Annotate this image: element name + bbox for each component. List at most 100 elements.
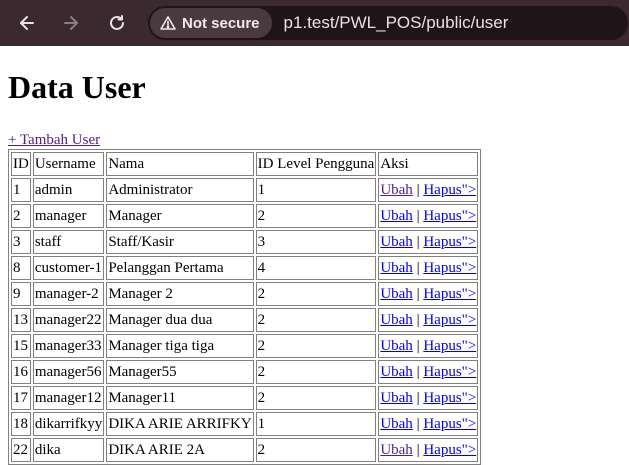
edit-link[interactable]: Ubah xyxy=(380,182,413,198)
edit-link[interactable]: Ubah xyxy=(380,416,413,432)
security-label: Not secure xyxy=(182,14,260,32)
cell-level: 2 xyxy=(255,438,377,462)
cell-level: 2 xyxy=(255,204,377,228)
cell-aksi: Ubah | Hapus"> xyxy=(378,386,479,410)
cell-username: manager xyxy=(32,204,105,228)
address-bar[interactable]: Not secure p1.test/PWL_POS/public/user xyxy=(148,6,628,40)
arrow-left-icon xyxy=(20,16,34,30)
column-header-level: ID Level Pengguna xyxy=(255,152,377,176)
cell-nama: Administrator xyxy=(106,178,254,202)
action-separator: | xyxy=(416,285,420,302)
cell-id: 22 xyxy=(11,438,31,462)
cell-username: customer-1 xyxy=(32,256,105,280)
action-separator: | xyxy=(416,207,420,224)
table-row: 17 manager12 Manager11 2 Ubah | Hapus"> xyxy=(11,386,479,410)
delete-link[interactable]: Hapus"> xyxy=(423,442,476,458)
delete-link[interactable]: Hapus"> xyxy=(423,208,476,224)
security-indicator[interactable]: Not secure xyxy=(150,8,272,38)
edit-link[interactable]: Ubah xyxy=(380,260,413,276)
column-header-username: Username xyxy=(32,152,105,176)
browser-toolbar: Not secure p1.test/PWL_POS/public/user xyxy=(0,0,629,46)
cell-username: manager33 xyxy=(32,334,105,358)
reload-button[interactable] xyxy=(100,6,134,40)
delete-link[interactable]: Hapus"> xyxy=(423,338,476,354)
edit-link[interactable]: Ubah xyxy=(380,208,413,224)
cell-id: 3 xyxy=(11,230,31,254)
cell-id: 18 xyxy=(11,412,31,436)
action-separator: | xyxy=(416,363,420,380)
cell-id: 17 xyxy=(11,386,31,410)
delete-link[interactable]: Hapus"> xyxy=(423,260,476,276)
action-separator: | xyxy=(416,259,420,276)
cell-nama: Manager11 xyxy=(106,386,254,410)
delete-link[interactable]: Hapus"> xyxy=(423,364,476,380)
column-header-aksi: Aksi xyxy=(378,152,479,176)
cell-nama: Pelanggan Pertama xyxy=(106,256,254,280)
delete-link[interactable]: Hapus"> xyxy=(423,312,476,328)
cell-nama: Manager55 xyxy=(106,360,254,384)
cell-username: dikarrifkyy xyxy=(32,412,105,436)
action-separator: | xyxy=(416,441,420,458)
edit-link[interactable]: Ubah xyxy=(380,312,413,328)
table-row: 22 dika DIKA ARIE 2A 2 Ubah | Hapus"> xyxy=(11,438,479,462)
cell-nama: Manager tiga tiga xyxy=(106,334,254,358)
table-row: 3 staff Staff/Kasir 3 Ubah | Hapus"> xyxy=(11,230,479,254)
forward-button[interactable] xyxy=(54,6,88,40)
cell-level: 1 xyxy=(255,412,377,436)
action-separator: | xyxy=(416,389,420,406)
delete-link[interactable]: Hapus"> xyxy=(423,286,476,302)
table-row: 9 manager-2 Manager 2 2 Ubah | Hapus"> xyxy=(11,282,479,306)
cell-level: 2 xyxy=(255,334,377,358)
edit-link[interactable]: Ubah xyxy=(380,442,413,458)
action-separator: | xyxy=(416,233,420,250)
cell-id: 13 xyxy=(11,308,31,332)
table-body: 1 admin Administrator 1 Ubah | Hapus"> 2 manag… xyxy=(11,178,479,462)
cell-aksi: Ubah | Hapus"> xyxy=(378,178,479,202)
delete-link[interactable]: Hapus"> xyxy=(423,390,476,406)
user-table: ID Username Nama ID Level Pengguna Aksi … xyxy=(8,149,482,465)
action-separator: | xyxy=(416,311,420,328)
table-row: 2 manager Manager 2 Ubah | Hapus"> xyxy=(11,204,479,228)
back-button[interactable] xyxy=(10,6,44,40)
cell-level: 3 xyxy=(255,230,377,254)
cell-username: manager-2 xyxy=(32,282,105,306)
cell-level: 1 xyxy=(255,178,377,202)
cell-level: 2 xyxy=(255,386,377,410)
cell-aksi: Ubah | Hapus"> xyxy=(378,204,479,228)
delete-link[interactable]: Hapus"> xyxy=(423,234,476,250)
cell-aksi: Ubah | Hapus"> xyxy=(378,334,479,358)
cell-aksi: Ubah | Hapus"> xyxy=(378,282,479,306)
table-row: 13 manager22 Manager dua dua 2 Ubah | Hapus"… xyxy=(11,308,479,332)
url-text[interactable]: p1.test/PWL_POS/public/user xyxy=(284,13,509,33)
edit-link[interactable]: Ubah xyxy=(380,286,413,302)
cell-nama: Manager dua dua xyxy=(106,308,254,332)
column-header-nama: Nama xyxy=(106,152,254,176)
cell-username: staff xyxy=(32,230,105,254)
edit-link[interactable]: Ubah xyxy=(380,390,413,406)
cell-id: 2 xyxy=(11,204,31,228)
delete-link[interactable]: Hapus"> xyxy=(423,416,476,432)
action-separator: | xyxy=(416,337,420,354)
action-separator: | xyxy=(416,415,420,432)
cell-aksi: Ubah | Hapus"> xyxy=(378,412,479,436)
cell-username: manager22 xyxy=(32,308,105,332)
cell-aksi: Ubah | Hapus"> xyxy=(378,360,479,384)
cell-id: 1 xyxy=(11,178,31,202)
reload-icon xyxy=(110,15,124,30)
cell-aksi: Ubah | Hapus"> xyxy=(378,256,479,280)
cell-nama: Manager 2 xyxy=(106,282,254,306)
cell-nama: DIKA ARIE ARRIFKY xyxy=(106,412,254,436)
edit-link[interactable]: Ubah xyxy=(380,338,413,354)
action-separator: | xyxy=(416,181,420,198)
edit-link[interactable]: Ubah xyxy=(380,364,413,380)
cell-level: 2 xyxy=(255,360,377,384)
delete-link[interactable]: Hapus"> xyxy=(423,182,476,198)
edit-link[interactable]: Ubah xyxy=(380,234,413,250)
cell-aksi: Ubah | Hapus"> xyxy=(378,438,479,462)
cell-level: 2 xyxy=(255,282,377,306)
column-header-id: ID xyxy=(11,152,31,176)
cell-id: 8 xyxy=(11,256,31,280)
add-user-link[interactable]: + Tambah User xyxy=(8,132,100,148)
table-row: 18 dikarrifkyy DIKA ARIE ARRIFKY 1 Ubah | Ha… xyxy=(11,412,479,436)
cell-level: 2 xyxy=(255,308,377,332)
